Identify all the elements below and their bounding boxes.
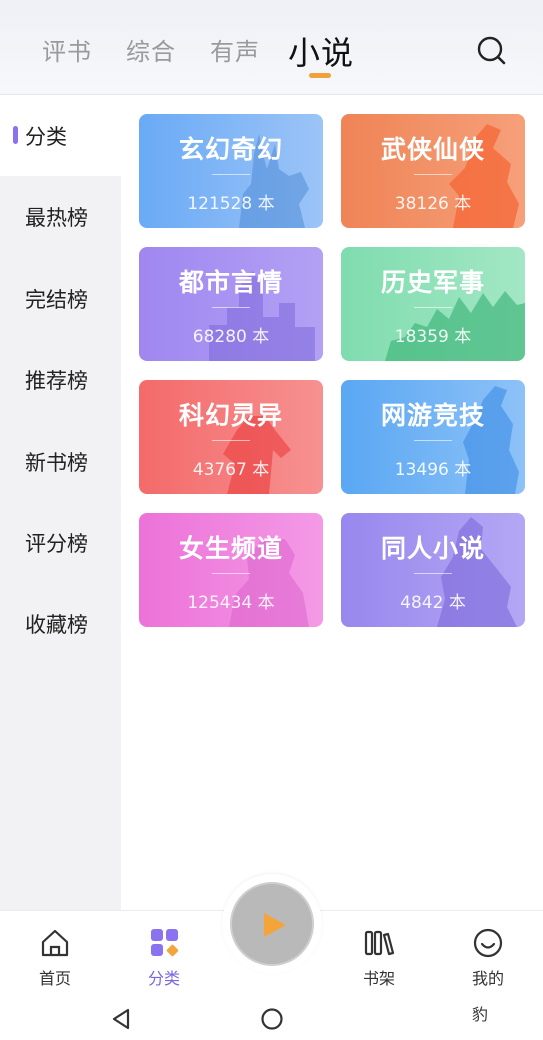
category-count: 125434 本 — [187, 593, 275, 613]
nav-label: 首页 — [38, 969, 71, 988]
card-divider — [212, 573, 250, 574]
category-name: 女生频道 — [178, 534, 283, 563]
search-icon — [477, 36, 506, 65]
category-card-fan-fiction[interactable]: 同人小说 4842 本 — [341, 513, 525, 627]
tab-pingshu[interactable]: 评书 — [42, 32, 92, 67]
card-divider — [212, 174, 250, 175]
card-divider — [414, 307, 452, 308]
sidebar-item-label: 完结榜 — [25, 287, 88, 312]
nav-category[interactable]: 分类 — [124, 927, 204, 989]
sidebar-item-label: 最热榜 — [25, 205, 88, 230]
category-name: 武侠仙侠 — [380, 135, 485, 164]
card-divider — [414, 440, 452, 441]
sidebar-item-label: 推荐榜 — [25, 368, 88, 393]
card-divider — [414, 174, 452, 175]
category-name: 同人小说 — [380, 534, 485, 563]
category-count: 18359 本 — [394, 327, 472, 347]
sidebar-item-category[interactable]: 分类 — [0, 95, 121, 176]
nav-bookshelf[interactable]: 书架 — [339, 927, 419, 989]
sidebar-item-label: 新书榜 — [25, 450, 88, 475]
category-name: 历史军事 — [380, 268, 485, 297]
category-grid: 玄幻奇幻 121528 本 武侠仙侠 38126 本 都市言情 68280 本 — [121, 95, 543, 910]
sidebar-item-hottest[interactable]: 最热榜 — [0, 176, 121, 257]
tab-xiaoshuo[interactable]: 小说 — [288, 28, 354, 74]
category-card-urban-romance[interactable]: 都市言情 68280 本 — [139, 247, 323, 361]
top-tab-bar: 评书 综合 有声 小说 — [0, 0, 543, 95]
card-divider — [212, 307, 250, 308]
nav-mine[interactable]: 我的 — [448, 927, 528, 989]
nav-label: 分类 — [147, 969, 180, 988]
bookshelf-icon — [364, 930, 395, 956]
system-back-button[interactable] — [110, 1007, 132, 1035]
category-name: 科幻灵异 — [178, 401, 283, 430]
category-name: 都市言情 — [178, 268, 283, 297]
category-count: 121528 本 — [187, 194, 275, 214]
sidebar-item-label: 分类 — [25, 124, 67, 149]
sidebar: 分类 最热榜 完结榜 推荐榜 新书榜 评分榜 收藏榜 — [0, 95, 121, 910]
category-card-female-channel[interactable]: 女生频道 125434 本 — [139, 513, 323, 627]
sidebar-item-new-books[interactable]: 新书榜 — [0, 421, 121, 502]
category-card-fantasy[interactable]: 玄幻奇幻 121528 本 — [139, 114, 323, 228]
category-name: 网游竞技 — [380, 401, 485, 430]
category-count: 13496 本 — [394, 460, 472, 480]
active-tab-indicator — [309, 73, 331, 78]
play-icon — [264, 913, 286, 937]
category-card-online-gaming[interactable]: 网游竞技 13496 本 — [341, 380, 525, 494]
nav-label: 我的 — [471, 969, 504, 988]
category-name: 玄幻奇幻 — [178, 135, 283, 164]
sidebar-item-rating[interactable]: 评分榜 — [0, 502, 121, 583]
sidebar-item-completed[interactable]: 完结榜 — [0, 258, 121, 339]
home-icon — [41, 929, 69, 957]
tab-yousheng[interactable]: 有声 — [210, 32, 260, 67]
active-indicator — [13, 126, 18, 144]
system-home-button[interactable] — [260, 1007, 284, 1035]
sidebar-item-label: 评分榜 — [25, 531, 88, 556]
truncated-label: 豹 — [472, 1005, 489, 1024]
category-card-scifi-supernatural[interactable]: 科幻灵异 43767 本 — [139, 380, 323, 494]
home-circle-icon — [261, 1008, 283, 1030]
category-card-history-military[interactable]: 历史军事 18359 本 — [341, 247, 525, 361]
search-button[interactable] — [476, 35, 508, 67]
card-divider — [414, 573, 452, 574]
category-icon — [151, 929, 179, 957]
sidebar-item-favorites[interactable]: 收藏榜 — [0, 583, 121, 664]
play-button[interactable] — [230, 882, 314, 966]
category-card-wuxia[interactable]: 武侠仙侠 38126 本 — [341, 114, 525, 228]
nav-label: 书架 — [362, 969, 395, 988]
sidebar-item-recommended[interactable]: 推荐榜 — [0, 339, 121, 420]
category-count: 38126 本 — [394, 194, 472, 214]
card-divider — [212, 440, 250, 441]
back-triangle-icon — [112, 1008, 130, 1030]
category-count: 43767 本 — [192, 460, 270, 480]
category-count: 4842 本 — [400, 593, 466, 613]
sidebar-item-label: 收藏榜 — [25, 612, 88, 637]
nav-home[interactable]: 首页 — [15, 927, 95, 989]
category-count: 68280 本 — [192, 327, 270, 347]
smile-icon — [473, 928, 503, 958]
tab-zonghe[interactable]: 综合 — [126, 32, 176, 67]
